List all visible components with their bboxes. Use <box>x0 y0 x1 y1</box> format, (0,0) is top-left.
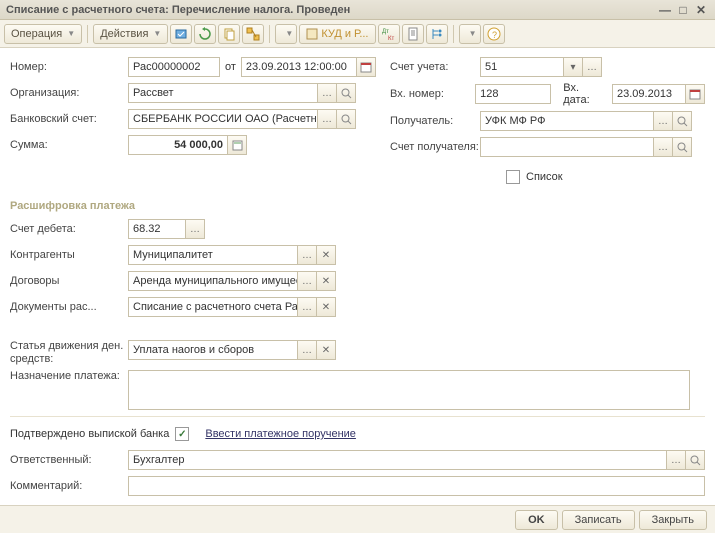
post-icon[interactable] <box>170 24 192 44</box>
svg-text:Дт: Дт <box>382 29 389 35</box>
operation-label: Операция <box>11 28 62 40</box>
select-icon[interactable]: … <box>653 111 673 131</box>
select-icon[interactable]: … <box>297 271 317 291</box>
recipient-label: Получатель: <box>380 115 480 127</box>
date-from-label: от <box>225 61 236 73</box>
date-input[interactable]: 23.09.2013 12:00:00 <box>241 57 357 77</box>
copy-icon[interactable] <box>218 24 240 44</box>
select-icon[interactable]: … <box>185 219 205 239</box>
svg-text:Кт: Кт <box>388 36 394 41</box>
title-bar: Списание с расчетного счета: Перечислени… <box>0 0 715 20</box>
contr-label: Контрагенты <box>10 249 128 261</box>
calculator-icon[interactable] <box>227 135 247 155</box>
dog-label: Договоры <box>10 275 128 287</box>
clear-icon[interactable]: ✕ <box>316 340 336 360</box>
kudr-button[interactable]: КУД и Р... <box>299 24 375 44</box>
open-icon[interactable] <box>336 83 356 103</box>
ok-button[interactable]: OK <box>515 510 558 530</box>
in-no-label: Вх. номер: <box>380 88 475 100</box>
save-button[interactable]: Записать <box>562 510 635 530</box>
kudr-label: КУД и Р... <box>321 28 368 40</box>
in-date-label: Вх. дата: <box>563 82 606 106</box>
report-icon[interactable]: ▼ <box>275 24 297 44</box>
actions-label: Действия <box>100 28 148 40</box>
select-icon[interactable]: … <box>582 57 602 77</box>
in-no-input[interactable]: 128 <box>475 84 551 104</box>
close-button[interactable]: ✕ <box>693 3 709 17</box>
doc-input[interactable]: Списание с расчетного счета Рас00 <box>128 297 298 317</box>
minimize-button[interactable]: — <box>657 3 673 17</box>
help-icon[interactable]: ? <box>483 24 505 44</box>
debit-input[interactable]: 68.32 <box>128 219 186 239</box>
purpose-label: Назначение платежа: <box>10 370 128 383</box>
resp-label: Ответственный: <box>10 454 128 466</box>
clear-icon[interactable]: ✕ <box>316 297 336 317</box>
clear-icon[interactable]: ✕ <box>316 271 336 291</box>
dt-kt-icon[interactable]: ДтКт <box>378 24 400 44</box>
select-icon[interactable]: … <box>297 245 317 265</box>
dog-input[interactable]: Аренда муниципального имущества <box>128 271 298 291</box>
doc-label: Документы рас... <box>10 301 128 313</box>
select-icon[interactable]: … <box>297 297 317 317</box>
in-date-input[interactable]: 23.09.2013 <box>612 84 686 104</box>
footer: OK Записать Закрыть <box>0 505 715 533</box>
comment-input[interactable] <box>128 476 705 496</box>
list-checkbox[interactable] <box>506 170 520 184</box>
recipient-acct-label: Счет получателя: <box>380 141 480 153</box>
bank-input[interactable]: СБЕРБАНК РОССИИ ОАО (Расчетн <box>128 109 318 129</box>
open-icon[interactable] <box>672 111 692 131</box>
debit-label: Счет дебета: <box>10 223 128 235</box>
acct-input[interactable]: 51 <box>480 57 564 77</box>
sum-input[interactable]: 54 000,00 <box>128 135 228 155</box>
toolbar: Операция▼ Действия▼ ▼ КУД и Р... ДтКт ▼ … <box>0 20 715 48</box>
select-icon[interactable]: … <box>653 137 673 157</box>
dropdown-icon[interactable]: ▾ <box>563 57 583 77</box>
list-label: Список <box>526 171 563 183</box>
contr-input[interactable]: Муниципалитет <box>128 245 298 265</box>
confirm-label: Подтверждено выпиской банка <box>10 428 169 440</box>
calendar-icon[interactable] <box>685 84 705 104</box>
org-input[interactable]: Рассвет <box>128 83 318 103</box>
calendar-icon[interactable] <box>356 57 376 77</box>
window-title: Списание с расчетного счета: Перечислени… <box>6 4 655 16</box>
refresh-icon[interactable] <box>194 24 216 44</box>
number-input[interactable]: Рас00000002 <box>128 57 220 77</box>
open-icon[interactable] <box>685 450 705 470</box>
acct-label: Счет учета: <box>380 61 480 73</box>
svg-text:?: ? <box>492 30 497 40</box>
number-label: Номер: <box>10 61 128 73</box>
sum-label: Сумма: <box>10 139 128 151</box>
form-body: Номер: Рас00000002 от 23.09.2013 12:00:0… <box>0 48 715 505</box>
dds-label: Статья движения ден. средств: <box>10 340 128 366</box>
actions-menu[interactable]: Действия▼ <box>93 24 168 44</box>
confirm-checkbox[interactable]: ✓ <box>175 427 189 441</box>
select-icon[interactable]: … <box>317 109 337 129</box>
split-title: Расшифровка платежа <box>10 200 705 212</box>
org-label: Организация: <box>10 87 128 99</box>
select-icon[interactable]: … <box>297 340 317 360</box>
dds-input[interactable]: Уплата наогов и сборов <box>128 340 298 360</box>
maximize-button[interactable]: □ <box>675 3 691 17</box>
select-icon[interactable]: … <box>317 83 337 103</box>
resp-input[interactable]: Бухгалтер <box>128 450 667 470</box>
enter-payment-link[interactable]: Ввести платежное поручение <box>205 428 356 440</box>
purpose-textarea[interactable] <box>128 370 690 410</box>
structure-icon[interactable] <box>242 24 264 44</box>
list-icon[interactable]: ▼ <box>459 24 481 44</box>
recipient-acct-input[interactable] <box>480 137 654 157</box>
select-icon[interactable]: … <box>666 450 686 470</box>
operation-menu[interactable]: Операция▼ <box>4 24 82 44</box>
recipient-input[interactable]: УФК МФ РФ <box>480 111 654 131</box>
comment-label: Комментарий: <box>10 480 128 492</box>
open-icon[interactable] <box>672 137 692 157</box>
clear-icon[interactable]: ✕ <box>316 245 336 265</box>
open-icon[interactable] <box>336 109 356 129</box>
close-form-button[interactable]: Закрыть <box>639 510 707 530</box>
document-icon[interactable] <box>402 24 424 44</box>
bank-label: Банковский счет: <box>10 113 128 125</box>
tree-icon[interactable] <box>426 24 448 44</box>
